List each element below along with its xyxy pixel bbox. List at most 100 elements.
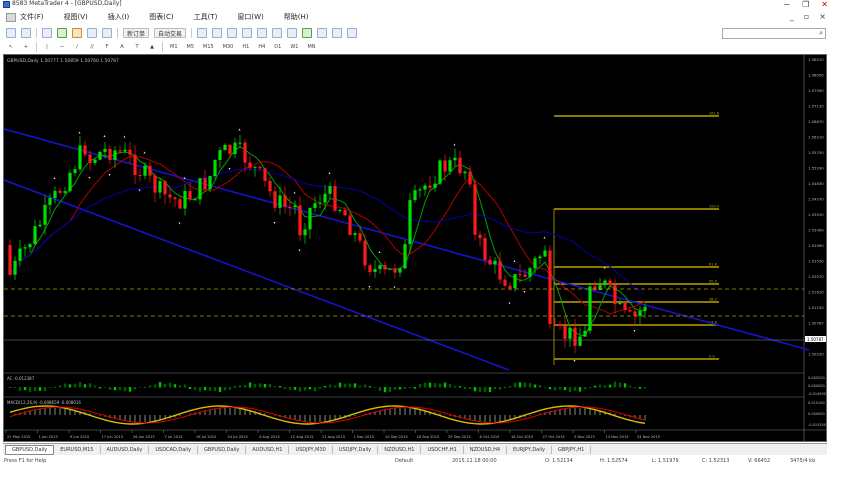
terminal-icon[interactable] (87, 28, 97, 38)
menu-window[interactable]: 窗口(W) (237, 12, 263, 22)
chart-tab[interactable]: EURUSD,M15 (54, 445, 101, 454)
chart-tab[interactable]: NZDUSD,H4 (464, 445, 508, 454)
chart-window-icon[interactable] (6, 12, 16, 22)
candle-body (593, 286, 597, 291)
label-icon[interactable]: T (132, 42, 142, 52)
search-input[interactable]: ⌕ (722, 28, 826, 39)
cursor-icon[interactable]: ↖ (6, 42, 16, 52)
timeframe-d1[interactable]: D1 (272, 42, 283, 52)
minimize-button[interactable]: − (783, 0, 790, 9)
navigator-icon[interactable] (72, 28, 82, 38)
chart-tab[interactable]: USDCHF,H1 (421, 445, 464, 454)
candle-body (108, 148, 112, 161)
candlestick-icon[interactable] (212, 28, 223, 38)
chart-tab[interactable]: EURJPY,Daily (507, 445, 552, 454)
restore-button[interactable]: ❐ (802, 0, 809, 9)
chart-shift-icon[interactable] (302, 28, 313, 38)
menu-insert[interactable]: 插入(I) (108, 12, 130, 22)
price-axis-label: 1.52530 (808, 259, 824, 264)
candle-body (363, 240, 367, 266)
indicators-icon[interactable] (317, 28, 328, 38)
channel-icon[interactable]: // (87, 42, 97, 52)
timeframe-h1[interactable]: H1 (240, 42, 251, 52)
ac-bar (478, 387, 482, 393)
chart-tab[interactable]: USDCAD,Daily (149, 445, 199, 454)
candle-body (623, 302, 627, 311)
autoscroll-icon[interactable] (287, 28, 298, 38)
candle-body (488, 259, 492, 265)
timeframe-w1[interactable]: W1 (288, 42, 300, 52)
bar-chart-icon[interactable] (197, 28, 208, 38)
candle-body (93, 159, 97, 163)
templates-icon[interactable] (347, 28, 358, 38)
chart-tab[interactable]: GBPUSD,Daily (5, 444, 55, 455)
fractal-down-icon: ▾ (139, 188, 141, 193)
search-icon[interactable]: ⌕ (819, 29, 823, 38)
data-window-icon[interactable] (57, 28, 67, 38)
menu-view[interactable]: 视图(V) (64, 12, 88, 22)
timeframe-h4[interactable]: H4 (256, 42, 267, 52)
chart-tab[interactable]: USDJPY,M30 (289, 445, 333, 454)
chart-tab[interactable]: GBPJPY,H1 (552, 445, 592, 454)
ac-bar (383, 387, 387, 393)
candle-body (403, 244, 407, 269)
market-watch-icon[interactable] (42, 28, 52, 38)
fractal-down-icon: ▾ (634, 328, 636, 333)
timeframe-mn[interactable]: MN (305, 42, 317, 52)
price-axis-label: 1.53910 (808, 212, 824, 217)
ac-bar (543, 386, 547, 388)
chart-window[interactable]: GBPUSD,Daily 1.50777 1.50859 1.50760 1.5… (3, 54, 827, 442)
ac-bar (73, 383, 77, 388)
candle-body (583, 330, 587, 337)
candle-body (298, 205, 302, 236)
zoom-in-icon[interactable] (242, 28, 253, 38)
crosshair-icon[interactable]: + (21, 42, 31, 52)
tile-windows-icon[interactable] (272, 28, 283, 38)
trendline-icon[interactable]: / (72, 42, 82, 52)
chart-tab[interactable]: AUDUSD,Daily (101, 445, 150, 454)
arrows-icon[interactable]: ▲ (147, 42, 157, 52)
chart-tab[interactable]: AUDUSD,H1 (246, 445, 290, 454)
periods-icon[interactable] (332, 28, 343, 38)
strategy-tester-icon[interactable] (102, 28, 112, 38)
timeframe-m1[interactable]: M1 (168, 42, 180, 52)
new-chart-icon[interactable] (6, 28, 16, 38)
chart-tab[interactable]: USDJPY,Daily (333, 445, 379, 454)
status-close: C: 1.52313 (702, 458, 730, 464)
macd-axis-label: 0.010100 (808, 401, 825, 405)
chart-tab[interactable]: GBPUSD,Daily (198, 445, 247, 454)
menu-help[interactable]: 帮助(H) (284, 12, 309, 22)
timeframe-m30[interactable]: M30 (221, 42, 236, 52)
ac-bar (393, 387, 397, 390)
text-icon[interactable]: A (117, 42, 127, 52)
fractal-up-icon: ▴ (604, 265, 606, 270)
chart-close-button[interactable]: × (819, 12, 826, 21)
ac-bar (348, 383, 352, 388)
profiles-icon[interactable] (21, 28, 31, 38)
candle-body (553, 324, 557, 326)
candle-body (173, 197, 177, 200)
horizontal-line-icon[interactable]: — (57, 42, 67, 52)
ac-bar (273, 386, 277, 388)
line-chart-icon[interactable] (227, 28, 238, 38)
menu-tools[interactable]: 工具(T) (194, 12, 218, 22)
ac-bar (63, 383, 67, 388)
new-order-button[interactable]: 新订单 (123, 28, 150, 38)
menu-file[interactable]: 文件(F) (20, 12, 44, 22)
chart-tab[interactable]: NZDUSD,H1 (378, 445, 422, 454)
vertical-line-icon[interactable]: | (42, 42, 52, 52)
macd-header: MACD(12,26,9) -0.008659 -0.008016 (7, 400, 81, 405)
zoom-out-icon[interactable] (257, 28, 268, 38)
timeframe-m5[interactable]: M5 (185, 42, 197, 52)
price-chart[interactable]: GBPUSD,Daily 1.50777 1.50859 1.50760 1.5… (4, 55, 827, 442)
candle-body (38, 224, 42, 227)
chart-minimize-button[interactable]: _ (790, 12, 794, 21)
close-button[interactable]: ✕ (821, 0, 828, 9)
ac-bar (553, 387, 557, 391)
candle-body (48, 197, 52, 205)
menu-charts[interactable]: 图表(C) (149, 12, 173, 22)
chart-restore-button[interactable]: ▫ (804, 12, 809, 21)
fibonacci-icon[interactable]: F (102, 42, 112, 52)
timeframe-m15[interactable]: M15 (201, 42, 216, 52)
auto-trading-button[interactable]: 自动交易 (154, 28, 187, 38)
